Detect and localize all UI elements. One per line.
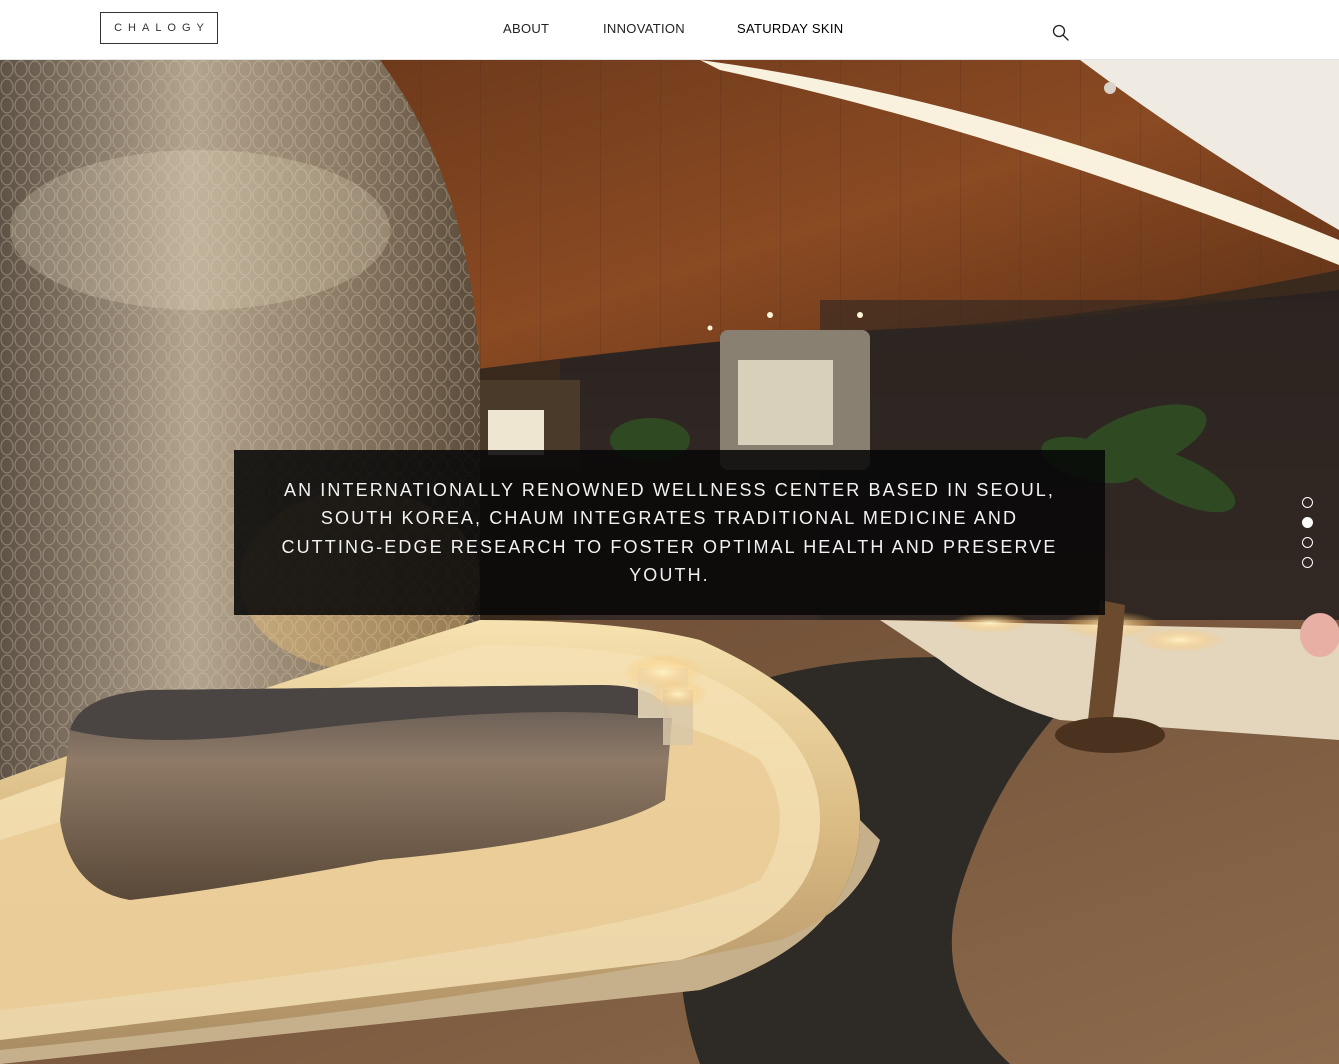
hero-slider: An internationally renowned wellness cen… xyxy=(0,60,1339,1064)
hero-caption: An internationally renowned wellness cen… xyxy=(234,450,1105,615)
search-icon[interactable] xyxy=(1050,22,1072,44)
hero-caption-text: An internationally renowned wellness cen… xyxy=(281,479,1058,586)
slider-dot-active[interactable] xyxy=(1302,517,1313,528)
main-nav: ABOUT INNOVATION SATURDAY SKIN xyxy=(0,0,1339,60)
site-header: CHALOGY ABOUT INNOVATION SATURDAY SKIN xyxy=(0,0,1339,60)
slider-dot[interactable] xyxy=(1302,537,1313,548)
slider-dot[interactable] xyxy=(1302,497,1313,508)
slider-dot[interactable] xyxy=(1302,557,1313,568)
nav-innovation[interactable]: INNOVATION xyxy=(603,21,685,36)
nav-saturday-skin[interactable]: SATURDAY SKIN xyxy=(737,21,843,36)
nav-about[interactable]: ABOUT xyxy=(503,21,549,36)
slider-dots xyxy=(1302,497,1314,577)
